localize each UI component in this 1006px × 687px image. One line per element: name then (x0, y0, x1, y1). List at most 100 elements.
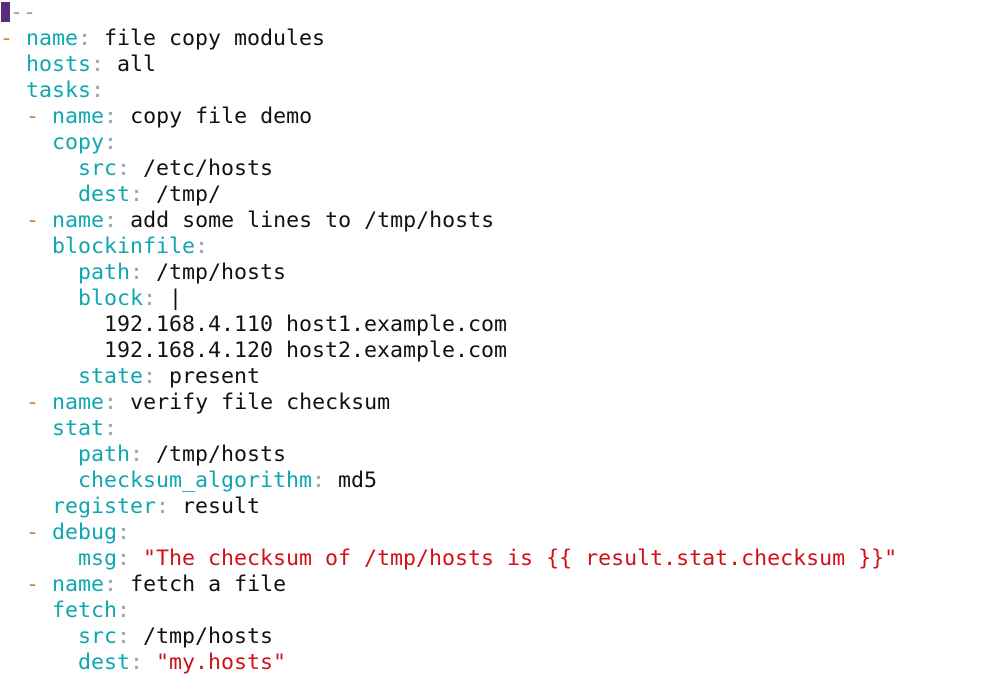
yaml-key: name (52, 208, 105, 233)
yaml-value: /tmp/hosts (156, 442, 287, 467)
yaml-colon: : (156, 494, 183, 519)
list-dash: - (0, 26, 27, 51)
list-dash: - (26, 572, 53, 597)
yaml-key: path (78, 442, 131, 467)
code-line[interactable]: msg: "The checksum of /tmp/hosts is {{ r… (0, 546, 1006, 572)
code-line[interactable]: - name: verify file checksum (0, 390, 1006, 416)
yaml-colon: : (143, 364, 170, 389)
yaml-colon: : (117, 546, 144, 571)
code-line[interactable]: - name: file copy modules (0, 26, 1006, 52)
code-line[interactable]: 192.168.4.110 host1.example.com (0, 312, 1006, 338)
code-line[interactable]: - debug: (0, 520, 1006, 546)
yaml-value: present (169, 364, 261, 389)
code-line[interactable]: path: /tmp/hosts (0, 442, 1006, 468)
code-line[interactable]: blockinfile: (0, 234, 1006, 260)
code-line[interactable]: src: /tmp/hosts (0, 624, 1006, 650)
code-line[interactable]: fetch: (0, 598, 1006, 624)
yaml-key: block (78, 286, 144, 311)
list-dash: - (26, 104, 53, 129)
yaml-value: copy file demo (130, 104, 313, 129)
yaml-colon: : (117, 156, 144, 181)
list-dash: - (26, 520, 53, 545)
yaml-colon: : (104, 208, 131, 233)
yaml-colon: : (130, 260, 157, 285)
yaml-colon: : (104, 416, 118, 441)
yaml-value: /etc/hosts (143, 156, 274, 181)
yaml-key: hosts (26, 52, 92, 77)
yaml-colon: : (117, 520, 131, 545)
code-line[interactable]: - name: fetch a file (0, 572, 1006, 598)
yaml-value: /tmp/ (156, 182, 222, 207)
yaml-value: 192.168.4.120 host2.example.com (104, 338, 508, 363)
yaml-colon: : (78, 26, 105, 51)
code-line[interactable]: src: /etc/hosts (0, 156, 1006, 182)
code-line[interactable]: path: /tmp/hosts (0, 260, 1006, 286)
code-line[interactable]: -- (0, 0, 1006, 26)
yaml-colon: : (91, 78, 105, 103)
code-line[interactable]: copy: (0, 130, 1006, 156)
code-line[interactable]: hosts: all (0, 52, 1006, 78)
code-line[interactable]: - name: copy file demo (0, 104, 1006, 130)
code-line[interactable]: checksum_algorithm: md5 (0, 468, 1006, 494)
code-line[interactable]: stat: (0, 416, 1006, 442)
yaml-colon: : (104, 572, 131, 597)
yaml-key: state (78, 364, 144, 389)
code-line[interactable]: 192.168.4.120 host2.example.com (0, 338, 1006, 364)
yaml-key: name (52, 104, 105, 129)
yaml-key: msg (78, 546, 118, 571)
yaml-colon: : (130, 182, 157, 207)
yaml-key: checksum_algorithm (78, 468, 313, 493)
yaml-key: register (52, 494, 157, 519)
yaml-value: /tmp/hosts (143, 624, 274, 649)
yaml-editor[interactable]: -- - name: file copy modules hosts: all t… (0, 0, 1006, 687)
yaml-colon: : (130, 442, 157, 467)
code-line[interactable]: dest: /tmp/ (0, 182, 1006, 208)
yaml-value: verify file checksum (130, 390, 391, 415)
yaml-value: result (182, 494, 261, 519)
text-cursor (1, 2, 10, 22)
yaml-colon: : (117, 598, 131, 623)
yaml-key: tasks (26, 78, 92, 103)
yaml-colon: : (104, 390, 131, 415)
yaml-colon: : (104, 104, 131, 129)
yaml-colon: : (104, 130, 118, 155)
code-line[interactable]: register: result (0, 494, 1006, 520)
yaml-value: /tmp/hosts (156, 260, 287, 285)
code-line[interactable]: dest: "my.hosts" (0, 650, 1006, 676)
yaml-value: add some lines to /tmp/hosts (130, 208, 495, 233)
yaml-value: md5 (338, 468, 378, 493)
yaml-key: dest (78, 650, 131, 675)
yaml-string: "The checksum of /tmp/hosts is {{ result… (143, 546, 898, 571)
code-line[interactable]: state: present (0, 364, 1006, 390)
yaml-value: 192.168.4.110 host1.example.com (104, 312, 508, 337)
yaml-key: copy (52, 130, 105, 155)
code-line[interactable]: tasks: (0, 78, 1006, 104)
yaml-key: src (78, 624, 118, 649)
list-dash: - (26, 208, 53, 233)
yaml-key: path (78, 260, 131, 285)
yaml-colon: : (117, 624, 144, 649)
code-line[interactable]: block: | (0, 286, 1006, 312)
yaml-key: blockinfile (52, 234, 196, 259)
code-line[interactable]: - name: add some lines to /tmp/hosts (0, 208, 1006, 234)
yaml-string: "my.hosts" (156, 650, 287, 675)
